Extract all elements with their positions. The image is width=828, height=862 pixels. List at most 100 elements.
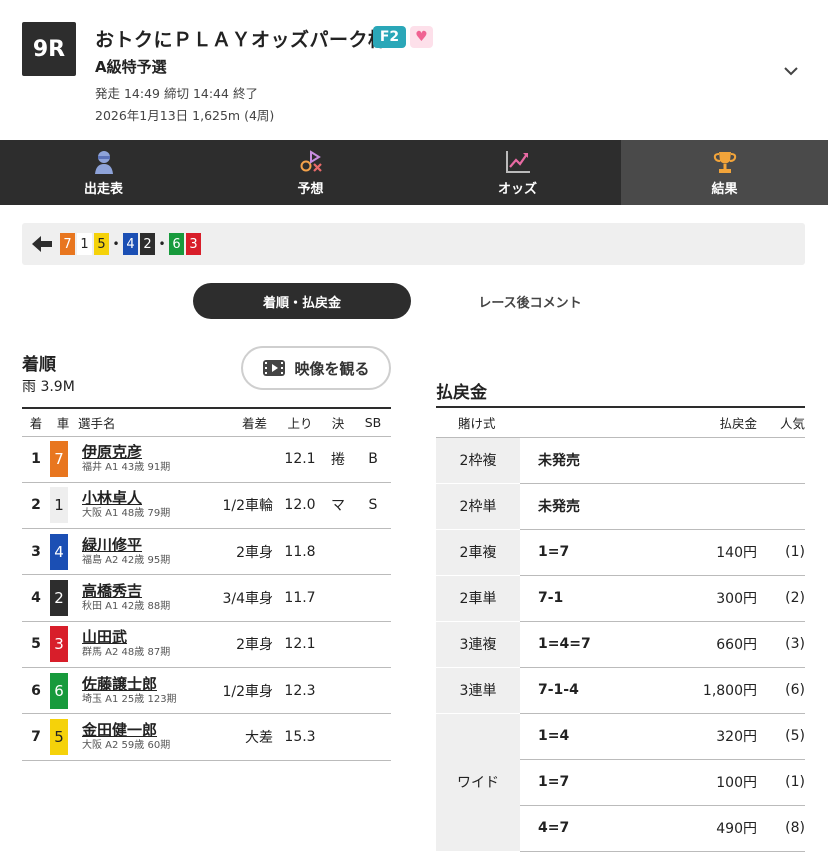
margin-cell: 1/2車輪 (205, 482, 279, 530)
combination-cell: 未発売 (520, 437, 647, 484)
chevron-down-icon[interactable] (782, 62, 800, 80)
decision-cell (321, 574, 355, 622)
tab-entries[interactable]: 出走表 (0, 140, 207, 205)
car-number-badge: 2 (50, 580, 68, 617)
car-number-badge: 6 (50, 672, 68, 709)
payout-amount-cell: 300円 (647, 575, 757, 622)
race-number-badge: 9R (22, 22, 76, 76)
race-time-info: 発走 14:49 締切 14:44 終了 (95, 86, 258, 101)
car-cell: 4 (50, 528, 76, 576)
rank-cell: 4 (22, 574, 50, 622)
sb-cell (355, 621, 391, 668)
popularity-cell: (5) (757, 713, 805, 760)
tab-results-payout[interactable]: 着順・払戻金 (193, 283, 411, 319)
racer-name-link[interactable]: 山田武 (82, 628, 206, 646)
table-row: 7 5 金田健一郎 大阪 A2 59歳 60期 大差 15.3 (22, 713, 391, 761)
margin-cell: 大差 (205, 713, 279, 761)
rank-cell: 6 (22, 667, 50, 715)
racer-name-link[interactable]: 高橋秀吉 (82, 582, 206, 600)
racer-profile: 福井 A1 43歳 91期 (82, 462, 171, 474)
racer-profile: 群馬 A2 48歳 87期 (82, 647, 171, 659)
combination-cell: 1=4=7 (520, 621, 647, 668)
combination-cell: 1=7 (520, 529, 647, 576)
combination-cell: 7-1 (520, 575, 647, 622)
combination-cell: 7-1-4 (520, 667, 647, 714)
popularity-cell: (8) (757, 805, 805, 852)
car-number-badge: 5 (50, 718, 68, 755)
decision-cell (321, 621, 355, 668)
racer-profile: 大阪 A2 59歳 60期 (82, 739, 171, 751)
tab-odds[interactable]: オッズ (414, 140, 621, 205)
decision-cell: 捲 (321, 436, 355, 483)
popularity-cell (757, 437, 805, 484)
rank-cell: 5 (22, 621, 50, 668)
racer-name-link[interactable]: 佐藤譲士郎 (82, 675, 206, 693)
payout-row: 3連単 7-1-4 1,800円 (6) (436, 667, 805, 714)
sb-cell: S (355, 482, 391, 530)
payout-row: 2車単 7-1 300円 (2) (436, 575, 805, 622)
tab-prediction[interactable]: 予想 (207, 140, 414, 205)
arrow-left-icon[interactable] (32, 235, 52, 253)
bet-type-cell: ワイド (436, 713, 520, 852)
combination-cell: 4=7 (520, 805, 647, 852)
car-number-badge: 5 (94, 233, 109, 255)
car-cell: 1 (50, 482, 76, 530)
col-car: 車 (50, 407, 76, 437)
payout-row: ワイド 1=4 320円 (5) (436, 713, 805, 852)
last-lap-cell: 12.1 (279, 436, 321, 483)
car-number-badge: 4 (123, 233, 138, 255)
col-popularity: 人気 (757, 406, 805, 438)
last-lap-cell: 11.8 (279, 528, 321, 576)
car-number-badge: 3 (50, 626, 68, 663)
racer-profile: 福島 A2 42歳 95期 (82, 554, 171, 566)
prediction-icon (300, 149, 322, 172)
sb-cell: B (355, 436, 391, 483)
tab-label: オッズ (497, 181, 537, 197)
watch-video-button[interactable]: 映像を観る (241, 346, 391, 390)
payout-row: 2車複 1=7 140円 (1) (436, 529, 805, 576)
margin-cell: 1/2車身 (205, 667, 279, 715)
finish-order-strip: 7 1 5 • 4 2 • 6 3 (22, 223, 805, 265)
popularity-cell: (1) (757, 529, 805, 576)
table-row: 3 4 緑川修平 福島 A2 42歳 95期 2車身 11.8 (22, 528, 391, 576)
tab-post-race-comment[interactable]: レース後コメント (430, 283, 630, 319)
tab-label: 予想 (297, 181, 324, 197)
bet-type-cell: 2車単 (436, 575, 520, 622)
decision-cell (321, 528, 355, 576)
car-number-badge: 3 (186, 233, 201, 255)
payout-row: 2枠複 未発売 (436, 437, 805, 484)
table-row: 2 1 小林卓人 大阪 A1 48歳 79期 1/2車輪 12.0 マ S (22, 482, 391, 530)
rank-cell: 3 (22, 528, 50, 576)
weather-info: 雨 3.9M (22, 379, 75, 395)
margin-cell: 2車身 (205, 621, 279, 668)
heart-icon[interactable]: ♥ (410, 26, 433, 48)
car-cell: 3 (50, 621, 76, 668)
sb-cell (355, 528, 391, 576)
col-sb: SB (355, 407, 391, 437)
tab-results[interactable]: 結果 (621, 140, 828, 205)
table-row: 4 2 高橋秀吉 秋田 A1 42歳 88期 3/4車身 11.7 (22, 574, 391, 622)
racer-cell: 山田武 群馬 A2 48歳 87期 (76, 621, 206, 668)
payout-row: 3連複 1=4=7 660円 (3) (436, 621, 805, 668)
sb-cell (355, 667, 391, 715)
tab-label: 結果 (711, 181, 738, 197)
car-cell: 5 (50, 713, 76, 761)
bet-type-cell: 2車複 (436, 529, 520, 576)
racer-profile: 埼玉 A1 25歳 123期 (82, 693, 177, 705)
col-decision: 決 (321, 407, 355, 437)
last-lap-cell: 12.0 (279, 482, 321, 530)
payout-amount-cell: 660円 (647, 621, 757, 668)
combination-cell: 1=7 (520, 759, 647, 806)
racer-name-link[interactable]: 伊原克彦 (82, 443, 206, 461)
popularity-cell (757, 483, 805, 530)
racer-name-link[interactable]: 小林卓人 (82, 489, 206, 507)
racer-name-link[interactable]: 金田健一郎 (82, 721, 206, 739)
order-separator: • (158, 237, 166, 251)
racer-cell: 緑川修平 福島 A2 42歳 95期 (76, 528, 206, 576)
combination-cell: 1=4 (520, 713, 647, 760)
payout-title: 払戻金 (436, 383, 487, 403)
car-number-badge: 7 (50, 441, 68, 478)
combination-cell: 未発売 (520, 483, 647, 530)
racer-name-link[interactable]: 緑川修平 (82, 536, 206, 554)
order-separator: • (112, 237, 120, 251)
